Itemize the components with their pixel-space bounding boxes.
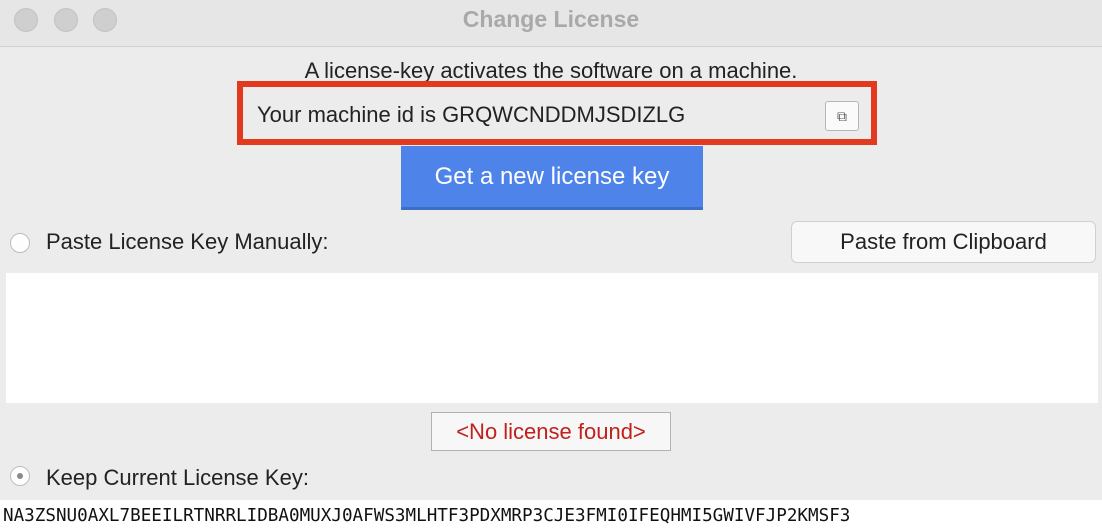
keep-current-label: Keep Current License Key: — [46, 465, 309, 490]
license-key-textarea[interactable] — [6, 273, 1098, 403]
window-title: Change License — [462, 6, 640, 32]
radio-selected-dot — [17, 473, 23, 479]
get-new-license-key-button[interactable]: Get a new license key — [401, 146, 703, 210]
copy-icon: ⧉ — [837, 108, 847, 124]
paste-manually-label: Paste License Key Manually: — [46, 229, 329, 254]
paste-from-clipboard-button[interactable]: Paste from Clipboard — [791, 221, 1096, 263]
machine-id-highlight: Your machine id is GRQWCNDDMJSDIZLG ⧉ — [237, 81, 877, 145]
machine-id-text: Your machine id is GRQWCNDDMJSDIZLG — [257, 102, 686, 127]
title-bar: Change License — [0, 0, 1102, 47]
change-license-window: Change License A license-key activates t… — [0, 0, 1102, 532]
paste-manually-radio[interactable] — [10, 233, 30, 253]
keep-current-radio[interactable] — [10, 466, 30, 486]
license-status-field: <No license found> — [431, 412, 671, 451]
copy-machine-id-button[interactable]: ⧉ — [825, 101, 859, 131]
current-license-key-field[interactable]: NA3ZSNU0AXL7BEEILRTNRRLIDBA0MUXJ0AFWS3ML… — [0, 500, 1102, 532]
